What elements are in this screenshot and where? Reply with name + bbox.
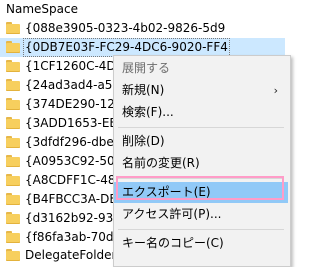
menu-item-label: キー名のコピー(C) bbox=[122, 236, 224, 250]
menu-item-export[interactable]: エクスポート(E) bbox=[114, 182, 288, 203]
menu-item-label: アクセス許可(P)... bbox=[122, 207, 222, 221]
folder-icon bbox=[6, 231, 20, 243]
folder-icon bbox=[6, 193, 20, 205]
menu-item-label: 検索(F)... bbox=[122, 105, 174, 119]
menu-item-label: 新規(N) bbox=[122, 83, 165, 97]
chevron-right-icon: › bbox=[273, 84, 278, 97]
menu-item-find[interactable]: 検索(F)... bbox=[114, 102, 288, 123]
folder-icon bbox=[6, 212, 20, 224]
folder-icon bbox=[6, 117, 20, 129]
folder-icon bbox=[6, 249, 20, 261]
context-menu: 展開する 新規(N) › 検索(F)... 削除(D) 名前の変更(R) エクス… bbox=[113, 55, 291, 267]
menu-item-label: 展開する bbox=[122, 61, 171, 75]
folder-icon bbox=[6, 98, 20, 110]
folder-icon bbox=[6, 60, 20, 72]
menu-item-new[interactable]: 新規(N) › bbox=[114, 80, 288, 101]
menu-item-permissions[interactable]: アクセス許可(P)... bbox=[114, 204, 288, 225]
menu-item-delete[interactable]: 削除(D) bbox=[114, 131, 288, 152]
menu-item-label: エクスポート(E) bbox=[122, 185, 211, 199]
menu-item-expand[interactable]: 展開する bbox=[114, 58, 288, 79]
folder-icon bbox=[6, 174, 20, 186]
menu-item-label: 名前の変更(R) bbox=[122, 156, 200, 170]
tree-item-label: DelegateFolders bbox=[25, 248, 123, 262]
tree-item-label: {088e3905-0323-4b02-9826-5d9 bbox=[25, 21, 226, 35]
folder-icon bbox=[6, 41, 20, 53]
tree-item-label: NameSpace bbox=[6, 2, 78, 16]
menu-separator bbox=[118, 127, 284, 128]
tree-item-label: {B4FBCC3A-DB2 bbox=[25, 192, 126, 206]
menu-item-copy-key-name[interactable]: キー名のコピー(C) bbox=[114, 233, 288, 254]
folder-icon bbox=[6, 136, 20, 148]
menu-separator bbox=[118, 178, 284, 179]
folder-icon bbox=[6, 79, 20, 91]
folder-icon bbox=[6, 155, 20, 167]
menu-separator bbox=[118, 229, 284, 230]
tree-item[interactable]: {088e3905-0323-4b02-9826-5d9 bbox=[0, 19, 285, 38]
menu-item-rename[interactable]: 名前の変更(R) bbox=[114, 153, 288, 174]
menu-item-label: 削除(D) bbox=[122, 134, 165, 148]
tree-parent-namespace[interactable]: NameSpace bbox=[0, 0, 285, 19]
folder-icon bbox=[6, 22, 20, 34]
